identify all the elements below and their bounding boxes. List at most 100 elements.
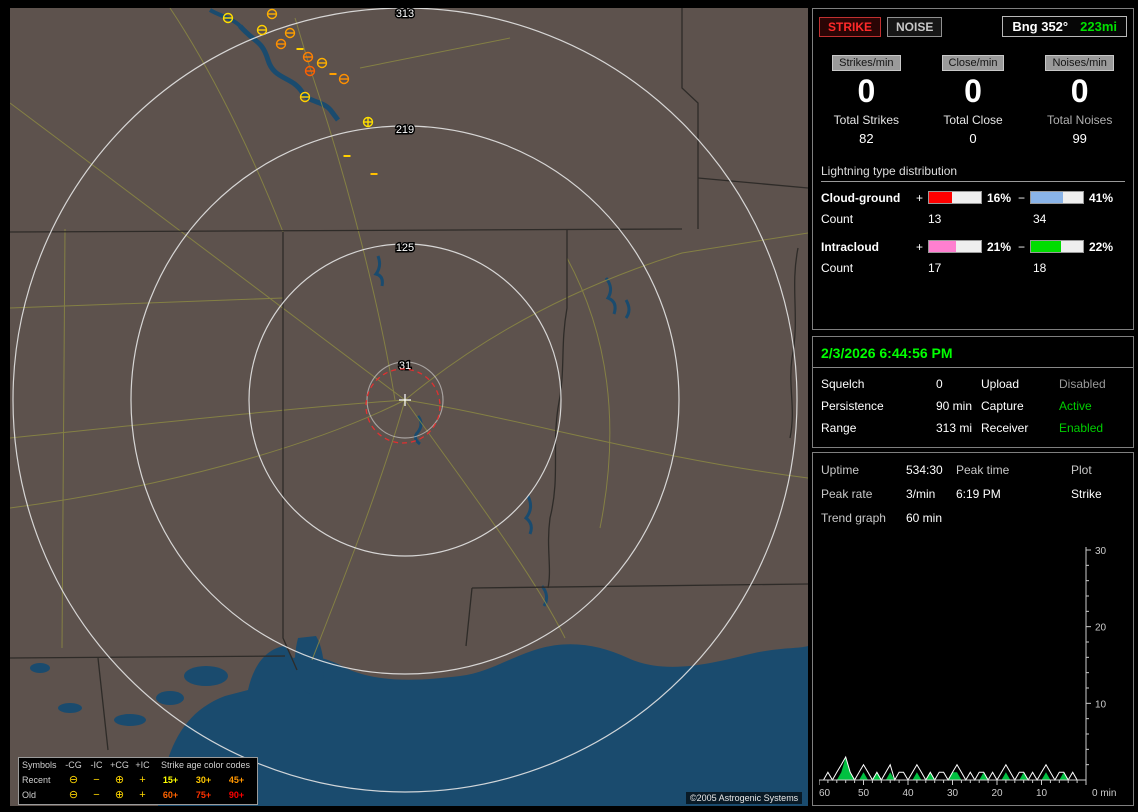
- svg-text:60: 60: [819, 788, 831, 797]
- svg-text:10: 10: [1095, 699, 1107, 710]
- legend-age-value: 15+: [154, 776, 187, 785]
- upload-status: Disabled: [1059, 377, 1125, 391]
- peak-rate-label: Peak rate: [821, 487, 906, 501]
- legend-age-value: 90+: [220, 791, 253, 800]
- strikes-column: Strikes/min 0 Total Strikes 82: [813, 53, 920, 146]
- ring-label-313: 313: [396, 8, 414, 20]
- trend-area-intracloud: [819, 757, 1086, 780]
- strike-symbol-legend: Symbols -CG -IC +CG +IC Strike age color…: [18, 757, 258, 805]
- capture-label: Capture: [981, 399, 1059, 413]
- total-close-label: Total Close: [920, 113, 1027, 127]
- svg-text:10: 10: [1036, 788, 1048, 797]
- mode-toggle-row: STRIKE NOISE Bng 352° 223mi: [813, 9, 1133, 37]
- map-canvas[interactable]: 313 219 125 31: [10, 8, 808, 806]
- receiver-status: Enabled: [1059, 421, 1125, 435]
- intracloud-row: Intracloud + 21% − 22%: [821, 240, 1129, 254]
- svg-text:50: 50: [858, 788, 870, 797]
- bearing-label: Bng 352°: [1012, 19, 1068, 34]
- noises-per-min-header[interactable]: Noises/min: [1045, 55, 1113, 71]
- session-row: Peak rate 3/min 6:19 PM Strike: [821, 487, 1125, 501]
- ring-label-31: 31: [399, 360, 411, 372]
- legend-row-label: Recent: [22, 776, 62, 785]
- legend-col-header-ic-pos: +IC: [131, 761, 154, 770]
- copyright-text: ©2005 Astrogenic Systems: [686, 792, 802, 804]
- ic-minus-count: 18: [1033, 261, 1125, 275]
- intracloud-label: Intracloud: [821, 240, 916, 254]
- strikes-rate-value: 0: [813, 75, 920, 109]
- trend-graph: 1020306050403020100 min: [819, 545, 1119, 797]
- cg-pos-symbol-icon: ⊕: [108, 775, 131, 786]
- minus-sign: −: [1018, 240, 1030, 254]
- cloud-ground-label: Cloud-ground: [821, 191, 916, 205]
- capture-status: Active: [1059, 399, 1125, 413]
- squelch-value: 0: [936, 377, 981, 391]
- range-value: 313 mi: [936, 421, 981, 435]
- svg-text:30: 30: [947, 788, 959, 797]
- cg-minus-count: 34: [1033, 212, 1125, 226]
- cg-plus-bar-fill: [929, 192, 952, 203]
- cloud-ground-row: Cloud-ground + 16% − 41%: [821, 191, 1129, 205]
- legend-header-row: Symbols -CG -IC +CG +IC Strike age color…: [19, 758, 257, 773]
- total-noises-value: 99: [1026, 131, 1133, 146]
- peak-time-value: 6:19 PM: [956, 487, 1071, 501]
- legend-age-value: 30+: [187, 776, 220, 785]
- svg-text:0 min: 0 min: [1092, 788, 1116, 797]
- legend-age-header: Strike age color codes: [154, 761, 257, 770]
- close-column: Close/min 0 Total Close 0: [920, 53, 1027, 146]
- status-panel: 2/3/2026 6:44:56 PM Squelch 0 Upload Dis…: [812, 336, 1134, 448]
- trend-header-row: Trend graph 60 min: [821, 511, 1125, 525]
- plus-sign: +: [916, 240, 928, 254]
- bearing-distance: 223mi: [1080, 19, 1117, 34]
- cg-minus-bar-fill: [1031, 192, 1063, 203]
- count-label: Count: [821, 212, 928, 226]
- distribution-title: Lightning type distribution: [821, 164, 1125, 182]
- ic-plus-bar: [928, 240, 982, 253]
- legend-recent-row: Recent ⊖ − ⊕ + 15+ 30+ 45+: [19, 773, 257, 788]
- noises-rate-value: 0: [1026, 75, 1133, 109]
- cg-pos-symbol-icon: ⊕: [108, 790, 131, 801]
- cg-neg-symbol-icon: ⊖: [62, 790, 85, 801]
- ic-minus-percent: 22%: [1084, 240, 1129, 254]
- total-noises-label: Total Noises: [1026, 113, 1133, 127]
- noise-mode-button[interactable]: NOISE: [887, 17, 942, 37]
- noises-column: Noises/min 0 Total Noises 99: [1026, 53, 1133, 146]
- legend-symbols-header: Symbols: [22, 761, 62, 770]
- cg-minus-percent: 41%: [1084, 191, 1129, 205]
- lightning-map[interactable]: 313 219 125 31 Symbols -CG -IC +CG +: [10, 8, 808, 806]
- legend-old-row: Old ⊖ − ⊕ + 60+ 75+ 90+: [19, 788, 257, 803]
- receiver-label: Receiver: [981, 421, 1059, 435]
- cg-plus-bar: [928, 191, 982, 204]
- cg-plus-count: 13: [928, 212, 1033, 226]
- ic-plus-bar-fill: [929, 241, 956, 252]
- total-strikes-label: Total Strikes: [813, 113, 920, 127]
- legend-age-value: 45+: [220, 776, 253, 785]
- status-row: Squelch 0 Upload Disabled: [821, 377, 1125, 391]
- legend-age-value: 75+: [187, 791, 220, 800]
- strike-symbol-cg-pos-icon: [364, 118, 373, 127]
- session-row: Uptime 534:30 Peak time Plot: [821, 463, 1125, 477]
- svg-text:40: 40: [902, 788, 914, 797]
- legend-col-header-cg-pos: +CG: [108, 761, 131, 770]
- trend-graph-label: Trend graph: [821, 511, 906, 525]
- legend-age-value: 60+: [154, 791, 187, 800]
- bearing-button[interactable]: Bng 352° 223mi: [1002, 16, 1127, 37]
- ring-label-219: 219: [396, 124, 414, 136]
- persistence-label: Persistence: [821, 399, 936, 413]
- ic-neg-symbol-icon: −: [85, 790, 108, 801]
- minus-sign: −: [1018, 191, 1030, 205]
- strike-mode-button[interactable]: STRIKE: [819, 17, 881, 37]
- ic-minus-bar-fill: [1031, 241, 1061, 252]
- strikes-per-min-header[interactable]: Strikes/min: [832, 55, 900, 71]
- cg-minus-bar: [1030, 191, 1084, 204]
- plus-sign: +: [916, 191, 928, 205]
- ic-plus-count: 17: [928, 261, 1033, 275]
- range-label: Range: [821, 421, 936, 435]
- persistence-value: 90 min: [936, 399, 981, 413]
- close-per-min-header[interactable]: Close/min: [942, 55, 1005, 71]
- peak-time-label: Peak time: [956, 463, 1071, 477]
- plot-value: Strike: [1071, 487, 1125, 501]
- total-strikes-value: 82: [813, 131, 920, 146]
- rate-columns: Strikes/min 0 Total Strikes 82 Close/min…: [813, 53, 1133, 146]
- ic-pos-symbol-icon: +: [131, 775, 154, 786]
- count-label: Count: [821, 261, 928, 275]
